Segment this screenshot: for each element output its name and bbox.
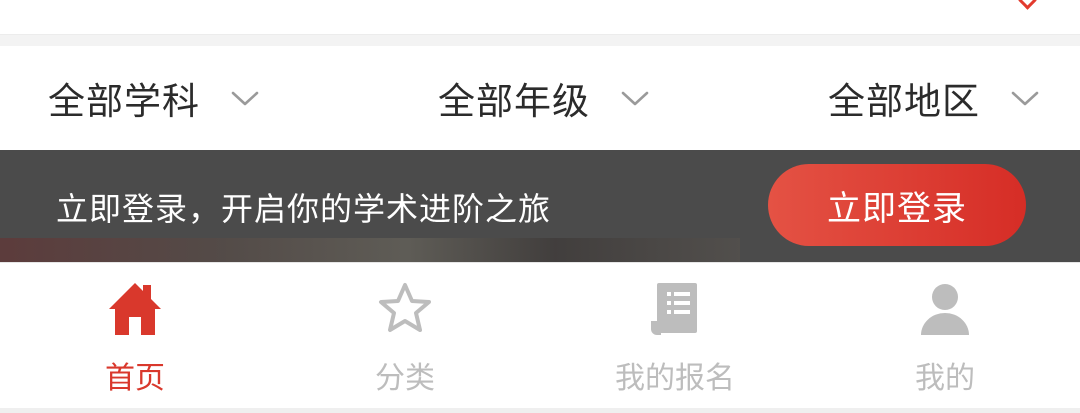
tab-my-registration-label: 我的报名 bbox=[615, 361, 735, 396]
region-filter-dropdown[interactable]: 全部地区 bbox=[828, 46, 1040, 150]
filter-bar: 全部学科 全部年级 全部地区 bbox=[0, 46, 1080, 150]
app-screen: 全部学科 全部年级 全部地区 立即登录，开启你的学术进阶之旅 立即登录 首页 分… bbox=[0, 0, 1080, 413]
tab-profile-label: 我的 bbox=[915, 361, 975, 396]
chevron-down-icon bbox=[1010, 88, 1040, 108]
login-prompt-banner: 立即登录，开启你的学术进阶之旅 立即登录 bbox=[0, 150, 1080, 262]
login-button[interactable]: 立即登录 bbox=[768, 164, 1026, 246]
chevron-down-icon bbox=[620, 88, 650, 108]
tab-home[interactable]: 首页 bbox=[0, 263, 270, 408]
top-header-strip bbox=[0, 0, 1080, 35]
tab-category-label: 分类 bbox=[375, 361, 435, 396]
tab-profile[interactable]: 我的 bbox=[810, 263, 1080, 408]
user-icon bbox=[915, 279, 975, 339]
home-icon bbox=[105, 279, 165, 339]
subject-filter-dropdown[interactable]: 全部学科 bbox=[48, 46, 260, 150]
tab-home-label: 首页 bbox=[105, 361, 165, 396]
subject-filter-label: 全部学科 bbox=[48, 80, 200, 123]
login-prompt-text: 立即登录，开启你的学术进阶之旅 bbox=[56, 190, 552, 228]
region-filter-label: 全部地区 bbox=[828, 80, 980, 123]
star-icon bbox=[375, 279, 435, 339]
chevron-down-icon bbox=[1018, 0, 1037, 10]
tab-category[interactable]: 分类 bbox=[270, 263, 540, 408]
bottom-divider bbox=[0, 408, 1080, 413]
banner-background-image bbox=[0, 238, 740, 262]
grade-filter-dropdown[interactable]: 全部年级 bbox=[438, 46, 650, 150]
document-icon bbox=[645, 279, 705, 339]
bottom-tab-bar: 首页 分类 我的报名 我的 bbox=[0, 262, 1080, 413]
grade-filter-label: 全部年级 bbox=[438, 80, 590, 123]
chevron-down-icon bbox=[230, 88, 260, 108]
tab-my-registration[interactable]: 我的报名 bbox=[540, 263, 810, 408]
